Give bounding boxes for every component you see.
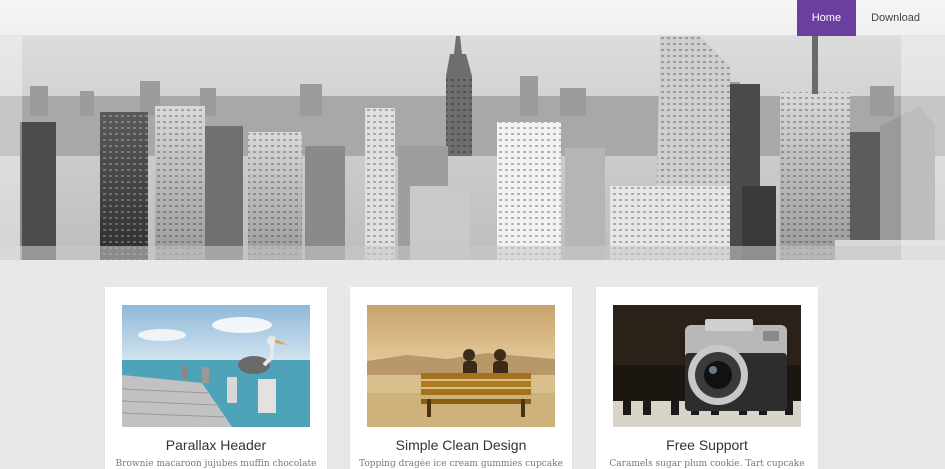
city-skyline-illustration (0, 36, 945, 260)
feature-cards: Parallax Header Brownie macaroon jujubes… (105, 287, 818, 469)
vintage-camera-image (613, 305, 801, 427)
feature-card-design[interactable]: Simple Clean Design Topping dragée ice c… (350, 287, 572, 469)
card-title: Free Support (666, 437, 748, 453)
pelican-pier-image (122, 305, 310, 427)
card-text: Caramels sugar plum cookie. Tart cupcake (609, 459, 805, 469)
top-navbar: Home Download (0, 0, 945, 36)
card-text: Topping dragée ice cream gummies cupcake (359, 459, 563, 469)
card-title: Simple Clean Design (395, 437, 527, 453)
feature-card-support[interactable]: Free Support Caramels sugar plum cookie.… (596, 287, 818, 469)
feature-card-parallax[interactable]: Parallax Header Brownie macaroon jujubes… (105, 287, 327, 469)
main-nav: Home Download (796, 0, 935, 36)
nav-download-link[interactable]: Download (856, 0, 935, 36)
nav-home-link[interactable]: Home (796, 0, 857, 36)
card-title: Parallax Header (165, 437, 267, 453)
card-text: Brownie macaroon jujubes muffin chocolat… (115, 459, 317, 469)
hero-edge-left (0, 36, 22, 260)
hero-city-skyline-image (0, 36, 945, 260)
bench-sunset-image (367, 305, 555, 427)
hero-edge-right (901, 36, 945, 260)
